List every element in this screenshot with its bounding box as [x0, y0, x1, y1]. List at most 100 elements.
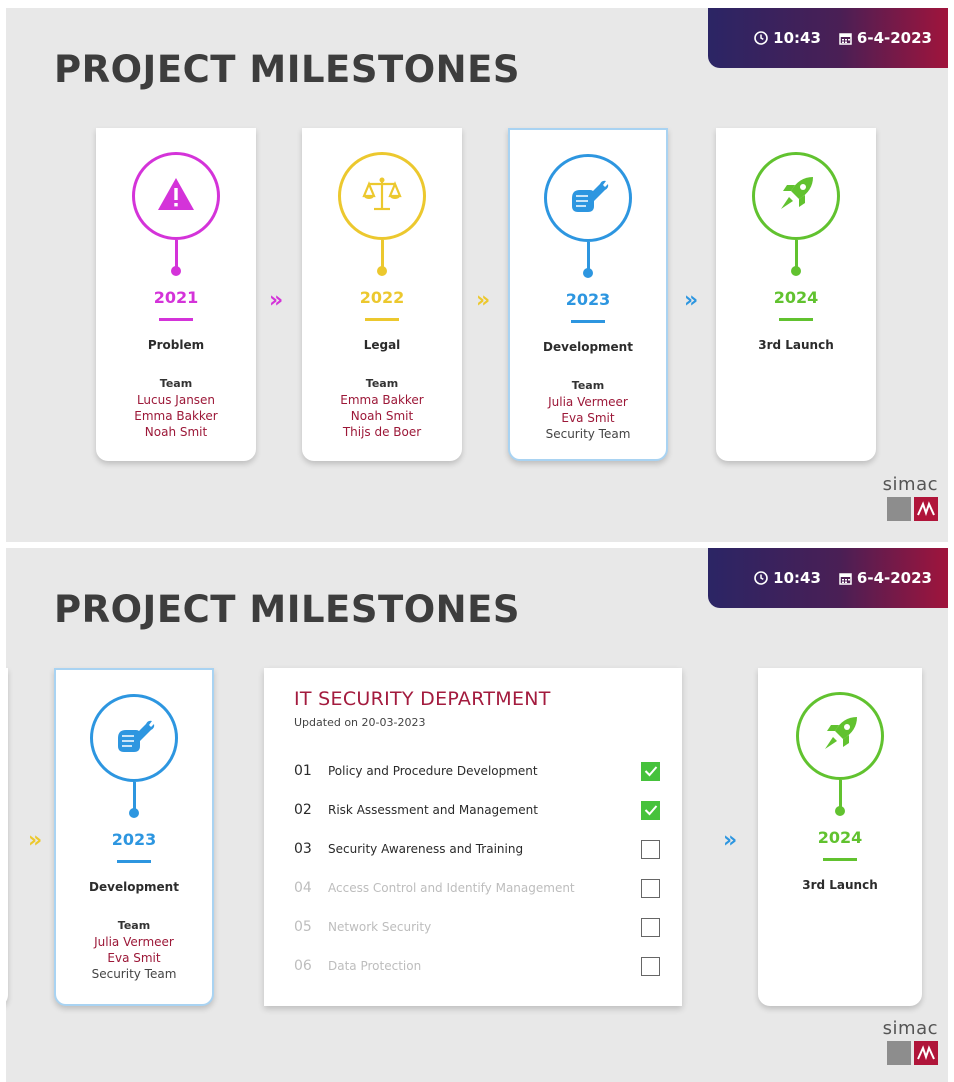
next-arrow-icon: » — [684, 288, 699, 313]
task-row: 06 Data Protection — [294, 955, 674, 977]
task-row: 02 Risk Assessment and Management — [294, 799, 674, 821]
team-member: Eva Smit — [561, 411, 615, 425]
team-member: Julia Vermeer — [548, 395, 628, 409]
task-number: 02 — [294, 802, 312, 818]
team-list: Team Julia Vermeer Eva Smit Security Tea… — [56, 918, 212, 982]
task-name: Policy and Procedure Development — [328, 764, 538, 778]
milestone-label: 3rd Launch — [802, 878, 878, 892]
year-underline — [779, 318, 813, 321]
header-bar: 10:43 6-4-2023 — [708, 548, 948, 608]
year-underline — [117, 860, 151, 863]
milestone-card-partial — [6, 668, 8, 1006]
milestone-ring — [90, 694, 178, 782]
milestone-dot — [835, 806, 845, 816]
clock-readout: 10:43 — [754, 29, 821, 47]
team-heading: Team — [159, 377, 193, 390]
task-checkbox[interactable] — [641, 761, 660, 781]
task-checkbox[interactable] — [641, 839, 660, 859]
simac-logo: simac — [883, 1018, 938, 1065]
task-number: 05 — [294, 919, 312, 935]
logo-mark — [883, 497, 938, 521]
warning-icon — [156, 176, 196, 216]
year-underline — [823, 858, 857, 861]
milestone-dot — [791, 266, 801, 276]
team-list: Team Julia Vermeer Eva Smit Security Tea… — [510, 378, 666, 442]
year-underline — [365, 318, 399, 321]
task-row: 03 Security Awareness and Training — [294, 838, 674, 860]
milestone-year: 2022 — [359, 288, 405, 307]
logo-mark — [883, 1041, 938, 1065]
task-checkbox[interactable] — [641, 800, 660, 820]
clock-icon — [754, 31, 768, 45]
time-text: 10:43 — [773, 29, 821, 47]
milestone-card-2023[interactable]: 2023 Development Team Julia Vermeer Eva … — [508, 128, 668, 461]
scales-icon — [361, 174, 403, 218]
task-checkbox[interactable] — [641, 917, 660, 937]
team-heading: Team — [365, 377, 399, 390]
check-icon — [644, 766, 657, 777]
department-detail-card: IT SECURITY DEPARTMENT Updated on 20-03-… — [264, 668, 682, 1006]
milestone-detail-panel: 10:43 6-4-2023 PROJECT MILESTONES » 2023… — [6, 548, 948, 1082]
team-member: Emma Bakker — [340, 393, 424, 407]
milestone-ring — [338, 152, 426, 240]
milestone-dot — [129, 808, 139, 818]
task-row: 04 Access Control and Identify Managemen… — [294, 877, 674, 899]
check-icon — [644, 805, 657, 816]
team-heading: Team — [117, 919, 151, 932]
year-underline — [571, 320, 605, 323]
team-member: Julia Vermeer — [94, 935, 174, 949]
milestone-ring — [796, 692, 884, 780]
milestone-year: 2023 — [111, 830, 157, 849]
next-arrow-icon: » — [28, 828, 43, 853]
team-heading: Team — [571, 379, 605, 392]
milestone-year: 2021 — [153, 288, 199, 307]
task-name: Security Awareness and Training — [328, 842, 524, 856]
logo-wordmark: simac — [882, 1018, 938, 1039]
milestone-year: 2023 — [565, 290, 611, 309]
clock-readout: 10:43 — [754, 569, 821, 587]
next-arrow-icon: » — [269, 288, 284, 313]
milestones-overview-panel: 10:43 6-4-2023 PROJECT MILESTONES 2021 P… — [6, 8, 948, 542]
milestone-dot — [171, 266, 181, 276]
calendar-icon — [839, 572, 852, 585]
rocket-icon — [775, 173, 817, 219]
logo-wordmark: simac — [882, 474, 938, 495]
task-checkbox[interactable] — [641, 878, 660, 898]
milestone-label: Problem — [147, 338, 205, 352]
task-name: Network Security — [328, 920, 432, 934]
rocket-icon — [819, 713, 861, 759]
header-bar: 10:43 6-4-2023 — [708, 8, 948, 68]
task-name: Data Protection — [328, 959, 422, 973]
date-readout: 6-4-2023 — [839, 29, 932, 47]
department-updated-date: Updated on 20-03-2023 — [294, 716, 426, 729]
task-row: 01 Policy and Procedure Development — [294, 760, 674, 782]
task-number: 03 — [294, 841, 312, 857]
date-text: 6-4-2023 — [856, 569, 932, 587]
clock-icon — [754, 571, 768, 585]
next-arrow-icon: » — [723, 828, 738, 853]
task-name: Access Control and Identify Management — [328, 881, 575, 895]
time-text: 10:43 — [773, 569, 821, 587]
task-number: 06 — [294, 958, 312, 974]
milestone-label: Development — [543, 340, 633, 354]
next-arrow-icon: » — [476, 288, 491, 313]
date-readout: 6-4-2023 — [839, 569, 932, 587]
milestone-label: 3rd Launch — [758, 338, 834, 352]
milestone-card-2021[interactable]: 2021 Problem Team Lucus Jansen Emma Bakk… — [96, 128, 256, 461]
task-name: Risk Assessment and Management — [328, 803, 538, 817]
task-checkbox[interactable] — [641, 956, 660, 976]
milestone-label: Development — [89, 880, 179, 894]
milestone-ring — [132, 152, 220, 240]
milestone-card-2022[interactable]: 2022 Legal Team Emma Bakker Noah Smit Th… — [302, 128, 462, 461]
milestone-ring — [544, 154, 632, 242]
team-member: Thijs de Boer — [342, 425, 422, 439]
milestone-card-2024[interactable]: 2024 3rd Launch — [716, 128, 876, 461]
milestone-card-2023[interactable]: 2023 Development Team Julia Vermeer Eva … — [54, 668, 214, 1006]
milestone-dot — [377, 266, 387, 276]
milestone-card-2024[interactable]: 2024 3rd Launch — [758, 668, 922, 1006]
team-list: Team Emma Bakker Noah Smit Thijs de Boer — [302, 376, 462, 440]
page-title: PROJECT MILESTONES — [54, 588, 521, 631]
calendar-icon — [839, 32, 852, 45]
milestone-dot — [583, 268, 593, 278]
task-number: 04 — [294, 880, 312, 896]
